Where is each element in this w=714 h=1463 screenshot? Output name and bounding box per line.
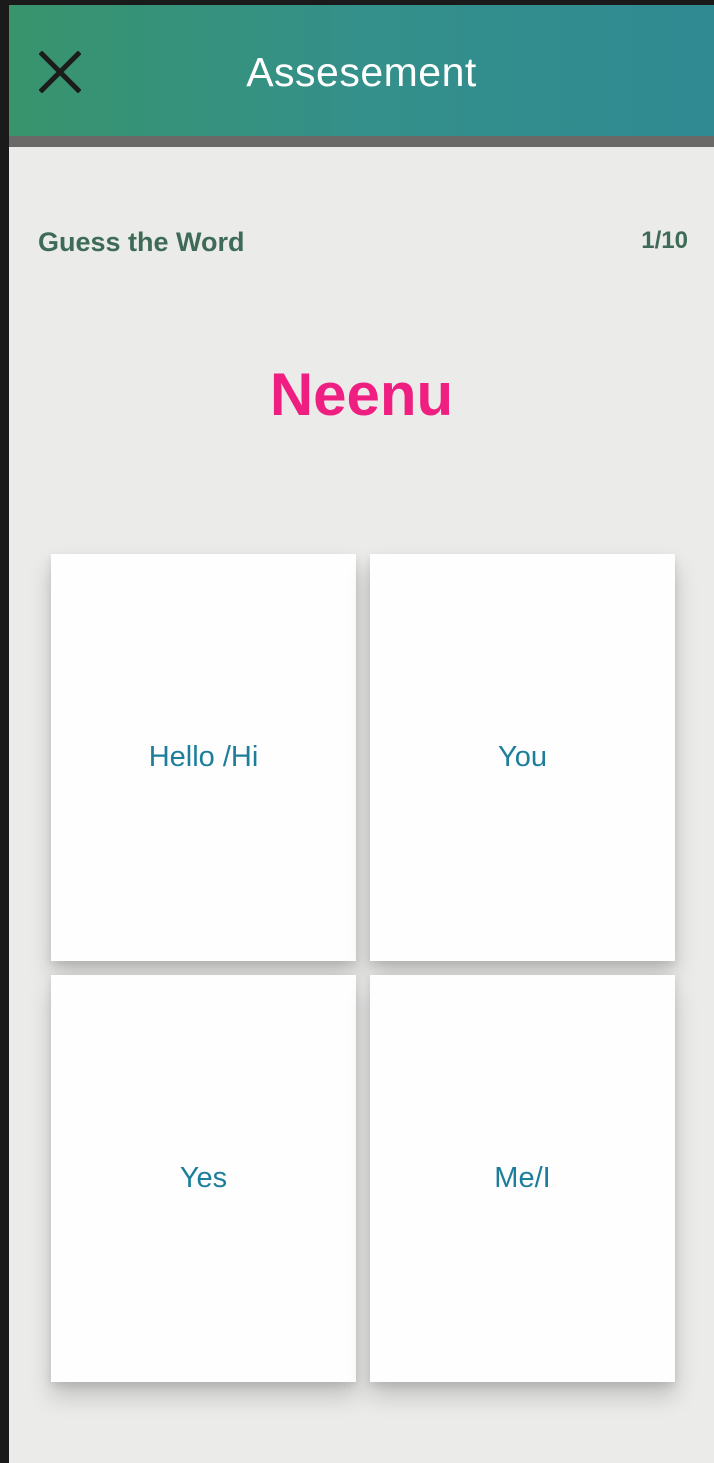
option-card-me[interactable]: Me/I (370, 975, 675, 1382)
options-grid: Hello /Hi You Yes Me/I (51, 554, 675, 1383)
option-label: You (498, 741, 547, 773)
app-bar-divider (9, 136, 714, 147)
quiz-prompt: Guess the Word (38, 227, 245, 257)
option-label: Yes (179, 1162, 228, 1194)
option-card-yes[interactable]: Yes (51, 975, 356, 1382)
close-button[interactable] (35, 47, 85, 97)
app-bar (9, 5, 714, 136)
close-icon (39, 51, 81, 93)
option-card-hello[interactable]: Hello /Hi (51, 554, 356, 961)
option-label: Me/I (494, 1162, 551, 1194)
option-label: Hello /Hi (148, 741, 259, 773)
quiz-word: Neenu (269, 361, 454, 428)
screen: Assesement Guess the Word 1/10 Neenu Hel… (9, 5, 714, 1463)
question-counter: 1/10 (641, 227, 688, 254)
option-card-you[interactable]: You (370, 554, 675, 961)
